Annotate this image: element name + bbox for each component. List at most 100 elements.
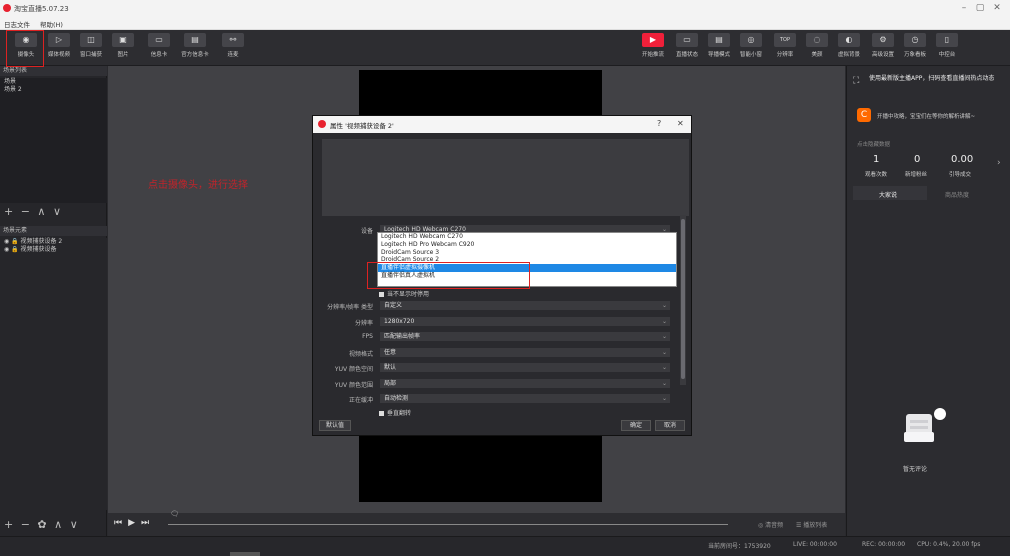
property-label: 分辨率 (354, 319, 373, 327)
toolbar-button-left[interactable]: ▤ 官方信息卡 (178, 33, 212, 63)
toolbar: ◉ 摄像头 ▷ 媒体视频 ◫ 窗口捕获 ▣ 图片 ▭ 信息卡 ▤ 官方信息卡 ⚯ 连麦 ▶ 开始推流 ▭ 直播状态… (0, 30, 1010, 66)
device-option[interactable]: Logitech HD Webcam C270 (378, 233, 676, 241)
scene-item[interactable]: 场景 2 (0, 86, 107, 94)
toolbar-button-right[interactable]: ▯ 中控台 (930, 33, 964, 63)
stat-label: 引导成交 (949, 172, 972, 178)
scene-controls[interactable]: + − ∧ ∨ (4, 205, 63, 218)
toolbar-label: 直播状态 (675, 52, 698, 58)
dashboard-icon: ◷ (904, 33, 926, 47)
property-select[interactable]: 自定义 ⌄ (379, 300, 671, 311)
chevron-right-icon[interactable]: › (997, 158, 1001, 168)
property-select[interactable]: 默认 ⌄ (379, 362, 671, 373)
playback-controls[interactable]: ⏮▶⏭ (114, 518, 155, 528)
cancel-button[interactable]: 取消 (655, 420, 685, 431)
toolbar-label: 图片 (117, 52, 129, 58)
tab-comments[interactable]: 大家说 (879, 190, 897, 199)
toolbar-button-right[interactable]: TOP 分辨率 (768, 33, 802, 63)
toolbar-button-right[interactable]: ▶ 开始推流 (636, 33, 670, 63)
tab-product-heat[interactable]: 商品热度 (945, 190, 969, 199)
settings-icon: ⚙ (872, 33, 894, 47)
volume-icon[interactable]: 🗨 (170, 510, 179, 518)
resolution-icon: TOP (774, 33, 796, 47)
dialog-preview (322, 139, 689, 216)
property-select[interactable]: 1280x720 ⌄ (379, 315, 671, 327)
promo-icon: C (857, 108, 871, 122)
flip-checkbox[interactable]: 垂直翻转 (379, 408, 411, 417)
property-label: YUV 颜色范围 (334, 381, 373, 389)
dialog-scrollbar[interactable] (680, 215, 686, 385)
toolbar-button-right[interactable]: ▭ 直播状态 (670, 33, 704, 63)
right-panel: ⛶ 使用最新版主播APP，扫码查看直播间热点动态 C 开播中攻略，宝宝们在等你的… (846, 66, 1010, 546)
scene-list: 场景 场景 2 (0, 78, 107, 203)
toolbar-button-right[interactable]: ◐ 虚拟背景 (832, 33, 866, 63)
source-item[interactable]: ◉ 🔒 视频捕获设备 2 (0, 238, 107, 246)
device-option[interactable]: DroidCam Source 3 (378, 249, 676, 257)
left-panel: 场景列表 场景 场景 2 + − ∧ ∨ 场景元素 ◉ 🔒 视频捕获设备 2 ◉… (0, 66, 107, 546)
device-label: 设备 (360, 228, 373, 235)
minimize-icon[interactable]: – (957, 3, 971, 13)
highlight-virtual-camera (367, 262, 530, 289)
toolbar-button-left[interactable]: ▣ 图片 (106, 33, 140, 63)
seek-bar[interactable] (168, 524, 728, 525)
menu-bar: 日志文件 帮助(H) (0, 17, 1010, 30)
property-label: 分辨率/帧率 类型 (327, 304, 373, 311)
toolbar-button-left[interactable]: ◫ 窗口捕获 (74, 33, 108, 63)
toolbar-button-right[interactable]: ◎ 智能小窗 (734, 33, 768, 63)
dialog-title-bar: 属性 '视频捕获设备 2' ? ✕ (313, 116, 691, 133)
menu-help[interactable]: 帮助(H) (40, 19, 63, 29)
deactivate-checkbox[interactable]: 当不显示时停用 (379, 289, 429, 298)
toolbar-label: 万象看板 (903, 52, 926, 58)
ok-button[interactable]: 确定 (621, 420, 651, 431)
toolbar-label: 虚拟背景 (837, 52, 860, 58)
defaults-button[interactable]: 默认值 (319, 420, 351, 431)
source-list: ◉ 🔒 视频捕获设备 2 ◉ 🔒 视频捕获设备 (0, 238, 107, 510)
empty-comment-illustration (904, 406, 948, 446)
toolbar-label: 官方信息卡 (181, 52, 209, 58)
help-icon[interactable]: ? (657, 119, 661, 128)
stat-value: 1 (873, 154, 880, 165)
toolbar-button-left[interactable]: ▭ 信息卡 (142, 33, 176, 63)
stat-value: 0 (914, 154, 921, 165)
source-item[interactable]: ◉ 🔒 视频捕获设备 (0, 246, 107, 254)
close-icon[interactable]: ✕ (990, 3, 1004, 13)
live-time: LIVE: 00:00:00 (793, 541, 837, 548)
status-bar: 当前房间号：1753920 LIVE: 00:00:00 REC: 00:00:… (0, 536, 1010, 556)
playlist-button[interactable]: ☰ 播放列表 (796, 520, 827, 529)
play-icon: ▷ (48, 33, 70, 47)
promo-text[interactable]: 开播中攻略，宝宝们在等你的解析讲解~ (877, 112, 975, 120)
director-icon: ▤ (708, 33, 730, 47)
maximize-icon[interactable]: ▢ (973, 3, 987, 13)
toolbar-button-right[interactable]: ⚙ 高级设置 (866, 33, 900, 63)
toolbar-label: 中控台 (938, 52, 956, 58)
official-card-icon: ▤ (184, 33, 206, 47)
stat-label: 观看次数 (865, 172, 888, 178)
toolbar-label: 连麦 (227, 52, 239, 58)
property-select[interactable]: 匹配输出帧率 ⌄ (379, 331, 671, 342)
property-select[interactable]: 自动检测 ⌄ (379, 393, 671, 404)
toolbar-button-right[interactable]: ▤ 导播模式 (702, 33, 736, 63)
toolbar-button-right[interactable]: ◷ 万象看板 (898, 33, 932, 63)
dialog-close-icon[interactable]: ✕ (677, 119, 684, 128)
property-label: 正在缓冲 (348, 397, 373, 404)
source-controls[interactable]: + − ✿ ∧ ∨ (4, 518, 80, 531)
room-id: 当前房间号：1753920 (708, 543, 771, 550)
link-mic-icon: ⚯ (222, 33, 244, 47)
stat-value: 0.00 (951, 154, 974, 165)
scenes-header: 场景列表 (0, 66, 107, 76)
toolbar-button-right[interactable]: ◌ 美颜 (800, 33, 834, 63)
menu-log-file[interactable]: 日志文件 (4, 19, 30, 29)
console-icon: ▯ (936, 33, 958, 47)
hide-data-toggle[interactable]: 点击隐藏数据 (857, 140, 890, 148)
audio-button[interactable]: ◎ 清音频 (758, 520, 783, 529)
property-select[interactable]: 局部 ⌄ (379, 377, 671, 389)
scene-item[interactable]: 场景 (0, 78, 107, 86)
toolbar-label: 窗口捕获 (79, 52, 102, 58)
dialog-title: 属性 '视频捕获设备 2' (330, 122, 394, 130)
toolbar-label: 美颜 (811, 52, 823, 58)
toolbar-button-left[interactable]: ⚯ 连麦 (216, 33, 250, 63)
start-stream-icon: ▶ (642, 33, 664, 47)
property-select[interactable]: 任意 ⌄ (379, 346, 671, 358)
device-option[interactable]: Logitech HD Pro Webcam C920 (378, 241, 676, 249)
app-banner[interactable]: 使用最新版主播APP，扫码查看直播间热点动态 (869, 74, 1007, 83)
toolbar-button-left[interactable]: ▷ 媒体视频 (42, 33, 76, 63)
